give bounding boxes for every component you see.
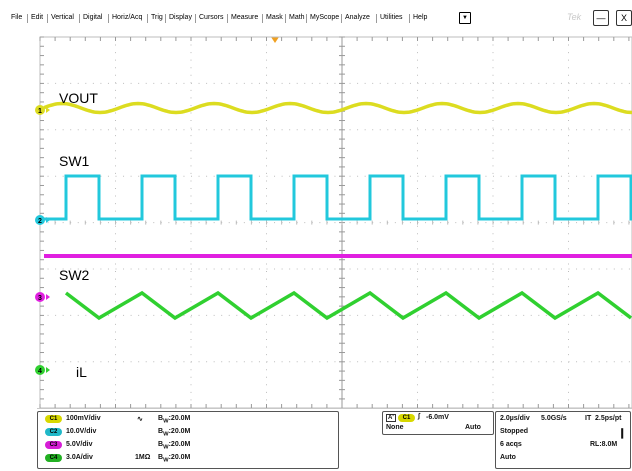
ch1-bandwidth: BW:20.0M (158, 415, 191, 425)
ch2-scale: 10.0V/div (66, 428, 97, 435)
trigger-position-marker (271, 37, 279, 43)
ch3-ground-marker-number: 3 (38, 295, 42, 302)
ch4-scale: 3.0A/div (66, 454, 93, 461)
sample-rate: 5.0GS/s (541, 415, 567, 422)
waveform-traces (43, 101, 632, 321)
label-sw1: SW1 (59, 153, 90, 169)
status-bar: C1 100mV/div ∿ BW:20.0M C2 10.0V/div BW:… (37, 408, 632, 471)
run-stop-indicator-icon: ❙ (618, 428, 627, 439)
trigger-panel[interactable]: A' C1 ∫ -6.0mV None Auto (382, 411, 494, 435)
ch4-ground-marker-arrow (46, 367, 50, 373)
channel-markers: 1 2 3 4 (35, 105, 50, 375)
it-label: IT (585, 415, 592, 422)
ch3-scale: 5.0V/div (66, 441, 93, 448)
ch4-ground-marker-number: 4 (38, 368, 42, 375)
label-il: iL (76, 364, 87, 380)
ch3-chip[interactable]: C3 (45, 441, 62, 449)
acquisition-count: 6 acqs (500, 441, 522, 448)
trigger-level: -6.0mV (426, 414, 449, 421)
ch3-ground-marker: 3 (35, 292, 50, 302)
trigger-mode: Auto (465, 424, 481, 431)
ch1-chip[interactable]: C1 (45, 415, 62, 423)
ch2-ground-marker-number: 2 (38, 218, 42, 225)
channel-settings-panel[interactable]: C1 100mV/div ∿ BW:20.0M C2 10.0V/div BW:… (37, 411, 339, 469)
ch2-chip[interactable]: C2 (45, 428, 62, 436)
ch3-ground-marker-arrow (46, 294, 50, 300)
acquisition-panel[interactable]: 2.0µs/div 5.0GS/s IT 2.5ps/pt Stopped ❙ … (495, 411, 631, 469)
acquisition-mode: Auto (500, 454, 516, 461)
channel-labels: VOUT SW1 SW2 iL (59, 90, 98, 380)
ch4-bandwidth: BW:20.0M (158, 454, 191, 464)
label-sw2: SW2 (59, 267, 90, 283)
time-per-div: 2.0µs/div (500, 415, 530, 422)
ch4-ground-marker: 4 (35, 365, 50, 375)
il-trace (64, 290, 632, 321)
record-length: RL:8.0M (590, 441, 618, 448)
ch2-ground-marker: 2 (35, 215, 50, 225)
trigger-source-chip: C1 (398, 414, 415, 422)
rising-edge-icon: ∫ (418, 413, 420, 420)
trigger-type: None (386, 424, 404, 431)
ch1-ground-marker-number: 1 (38, 108, 42, 115)
it-resolution: 2.5ps/pt (595, 415, 622, 422)
trigger-a-label: A' (386, 414, 396, 422)
ch4-chip[interactable]: C4 (45, 454, 62, 462)
graticule (39, 36, 632, 409)
sw1-trace (44, 174, 632, 221)
ch2-bandwidth: BW:20.0M (158, 428, 191, 438)
vout-trace (43, 101, 632, 115)
ch3-bandwidth: BW:20.0M (158, 441, 191, 451)
waveform-display: 1 2 3 4 VOUT SW1 SW2 iL (35, 36, 632, 409)
ac-coupling-icon: ∿ (137, 416, 143, 423)
ch1-scale: 100mV/div (66, 415, 101, 422)
ch4-impedance: 1MΩ (135, 454, 151, 461)
acquisition-state: Stopped (500, 428, 528, 435)
label-vout: VOUT (59, 90, 98, 106)
graticule-frame (39, 36, 632, 409)
